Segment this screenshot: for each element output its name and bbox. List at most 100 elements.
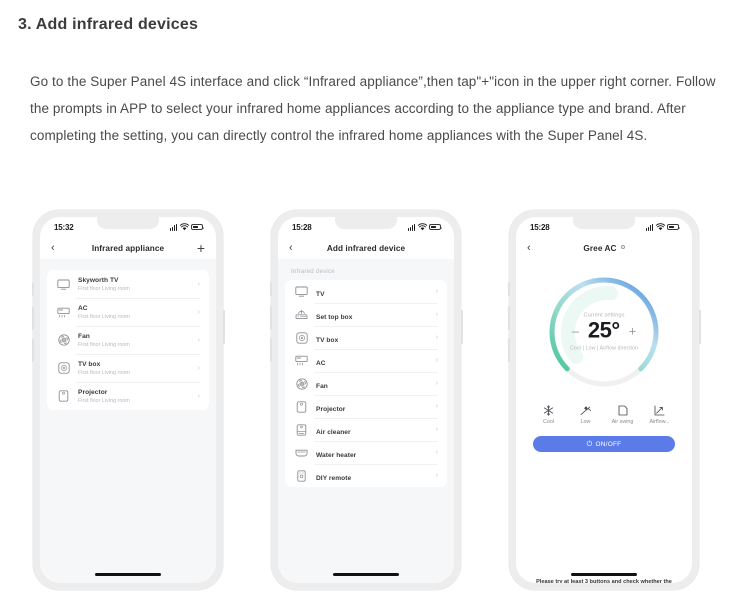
list-item[interactable]: TV box First floor Living room › [56,354,200,382]
status-bar: 15:32 [40,217,216,237]
status-dot-icon [620,245,625,250]
home-indicator [571,573,637,576]
page-title: 3. Add infrared devices [18,16,199,33]
chevron-right-icon: › [435,403,438,410]
list-item[interactable]: TV › [294,280,438,303]
control-label: Airflow... [649,419,670,425]
home-indicator [333,573,399,576]
ac-controls-row: Cool Low Air swing Airflow... [530,403,678,425]
status-bar: 15:28 [278,217,454,237]
control-fanspeed[interactable]: Low [571,403,601,425]
tvbox-icon [294,330,309,345]
nav-bar: ‹ Add infrared device [278,237,454,259]
phone-volume-up-button [31,306,34,330]
notch [97,217,159,229]
projector-icon [294,399,309,414]
phone-volume-up-button [507,306,510,330]
device-type-list-container: Infrared device TV › Set top box › TV bo… [278,259,454,583]
chevron-left-icon[interactable]: ‹ [51,242,65,254]
fanspeed-icon [571,403,601,417]
battery-icon [429,223,443,231]
chevron-right-icon: › [435,288,438,295]
temperature-dial[interactable]: Current settings – 25° + Cool | Low | Ai… [545,273,663,391]
diyremote-icon [294,468,309,483]
notch [335,217,397,229]
list-item-label: AC [316,359,326,367]
wifi-icon [417,222,427,230]
signal-bars-icon [407,223,415,231]
power-onoff-button[interactable]: ⏻ ON/OFF [533,436,675,452]
list-item-label: Fan [316,382,328,390]
list-item-subtitle: First floor Living room [78,369,130,376]
chevron-right-icon: › [435,311,438,318]
list-item[interactable]: AC › [294,349,438,372]
chevron-right-icon: › [197,392,200,400]
wifi-icon [655,222,665,230]
chevron-right-icon: › [197,280,200,288]
temp-increase-button[interactable]: + [629,324,637,337]
device-list-card: Skyworth TV First floor Living room › AC… [47,270,209,410]
control-cool[interactable]: Cool [534,403,564,425]
phone-power-button [222,310,225,344]
nav-bar: ‹ Infrared appliance + [40,237,216,259]
control-airswing[interactable]: Air swing [608,403,638,425]
tv-icon [56,277,71,292]
fan-icon [56,333,71,348]
list-item-label: TV box [316,336,339,344]
list-item[interactable]: Fan › [294,372,438,395]
chevron-right-icon: › [197,364,200,372]
list-item[interactable]: Projector First floor Living room › [56,382,200,410]
list-item[interactable]: Water heater › [294,441,438,464]
temperature-value: 25° [587,317,620,343]
list-item[interactable]: TV box › [294,326,438,349]
temp-decrease-button[interactable]: – [572,324,579,337]
chevron-right-icon: › [435,449,438,456]
ac-icon [56,305,71,320]
signal-bars-icon [169,223,177,231]
list-item[interactable]: DIY remote › [294,464,438,487]
list-item-label: DIY remote [316,474,352,482]
nav-title-text: Gree AC [583,243,617,253]
tv-icon [294,284,309,299]
plus-icon[interactable]: + [197,241,205,255]
status-time: 15:28 [292,222,312,232]
phone-power-button [698,310,701,344]
chevron-left-icon[interactable]: ‹ [527,242,541,254]
chevron-right-icon: › [435,426,438,433]
list-item-label: TV [316,290,325,298]
status-time: 15:28 [530,222,550,232]
nav-title: Add infrared device [326,243,406,253]
control-airflow[interactable]: Airflow... [645,403,675,425]
control-label: Low [580,419,591,425]
list-item[interactable]: AC First floor Living room › [56,298,200,326]
chevron-right-icon: › [435,472,438,479]
phone-volume-down-button [269,338,272,362]
home-indicator [95,573,161,576]
airswing-icon [608,403,638,417]
list-item[interactable]: Skyworth TV First floor Living room › [56,270,200,298]
nav-title: Gree AC [516,244,692,253]
phone-volume-down-button [31,338,34,362]
phone-side-button [269,282,272,296]
list-item[interactable]: Fan First floor Living room › [56,326,200,354]
list-item[interactable]: Projector › [294,395,438,418]
phone-mockup-add-infrared-device: 15:28 ‹ Add infrared device Infrared dev… [269,210,463,590]
phone-mockup-ac-control: 15:28 ‹ Gree AC Current settings – 25° +… [507,210,701,590]
dial-center: Current settings – 25° + Cool | Low | Ai… [545,313,663,352]
control-label: Air swing [611,419,634,425]
chevron-left-icon[interactable]: ‹ [289,242,303,254]
ac-footer: Please try at least 3 buttons and check … [516,578,692,583]
instruction-paragraph: Go to the Super Panel 4S interface and c… [30,74,716,143]
nav-title: Infrared appliance [91,243,165,253]
phone-power-button [460,310,463,344]
projector-icon [56,389,71,404]
phone-screenshots-row: 15:32 ‹ Infrared appliance + Skyworth TV… [0,210,744,590]
list-item[interactable]: Air cleaner › [294,418,438,441]
phone1-screen: 15:32 ‹ Infrared appliance + Skyworth TV… [40,217,216,583]
list-item-subtitle: First floor Living room [78,341,130,348]
phone3-screen: 15:28 ‹ Gree AC Current settings – 25° +… [516,217,692,583]
phone-mockup-infrared-appliance: 15:32 ‹ Infrared appliance + Skyworth TV… [31,210,225,590]
list-item-subtitle: First floor Living room [78,397,130,404]
list-item[interactable]: Set top box › [294,303,438,326]
power-icon: ⏻ [586,440,593,448]
